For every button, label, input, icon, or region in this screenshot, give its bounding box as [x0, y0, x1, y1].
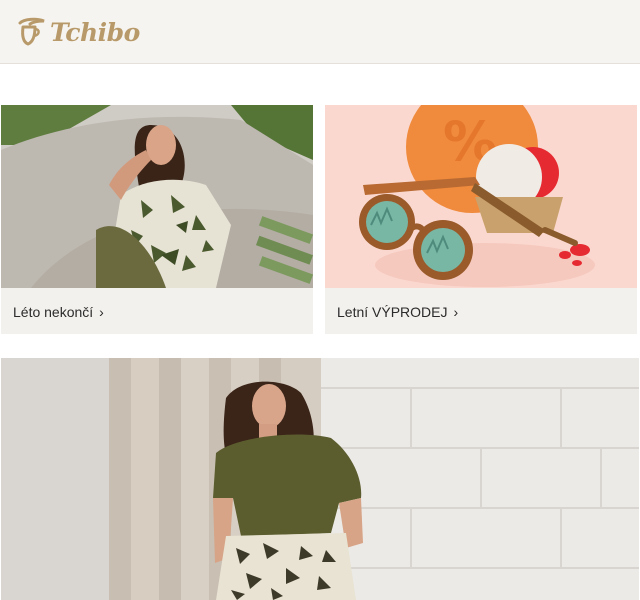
woman-in-leaf-print-outfit-photo [1, 105, 313, 288]
promo-card-summer[interactable]: Léto nekončí › [1, 105, 313, 334]
promo-banner[interactable] [1, 358, 639, 600]
promo-card-sale[interactable]: % Letní VÝPRODEJ › [325, 105, 637, 334]
tchibo-logo[interactable]: Tchibo [14, 12, 140, 52]
logo-wordmark: Tchibo [50, 17, 140, 47]
sunglasses-and-ice-cream-sale-photo: % [325, 105, 637, 288]
card-caption-text: Léto nekončí [13, 304, 94, 320]
site-header: Tchibo [0, 0, 640, 64]
chevron-right-icon: › [99, 304, 104, 320]
card-caption: Léto nekončí › [13, 304, 104, 320]
card-caption-text: Letní VÝPRODEJ [337, 304, 448, 320]
tchibo-cup-icon [18, 17, 45, 46]
card-caption: Letní VÝPRODEJ › [337, 304, 458, 320]
woman-in-olive-top-photo [1, 358, 639, 600]
chevron-right-icon: › [453, 304, 459, 320]
